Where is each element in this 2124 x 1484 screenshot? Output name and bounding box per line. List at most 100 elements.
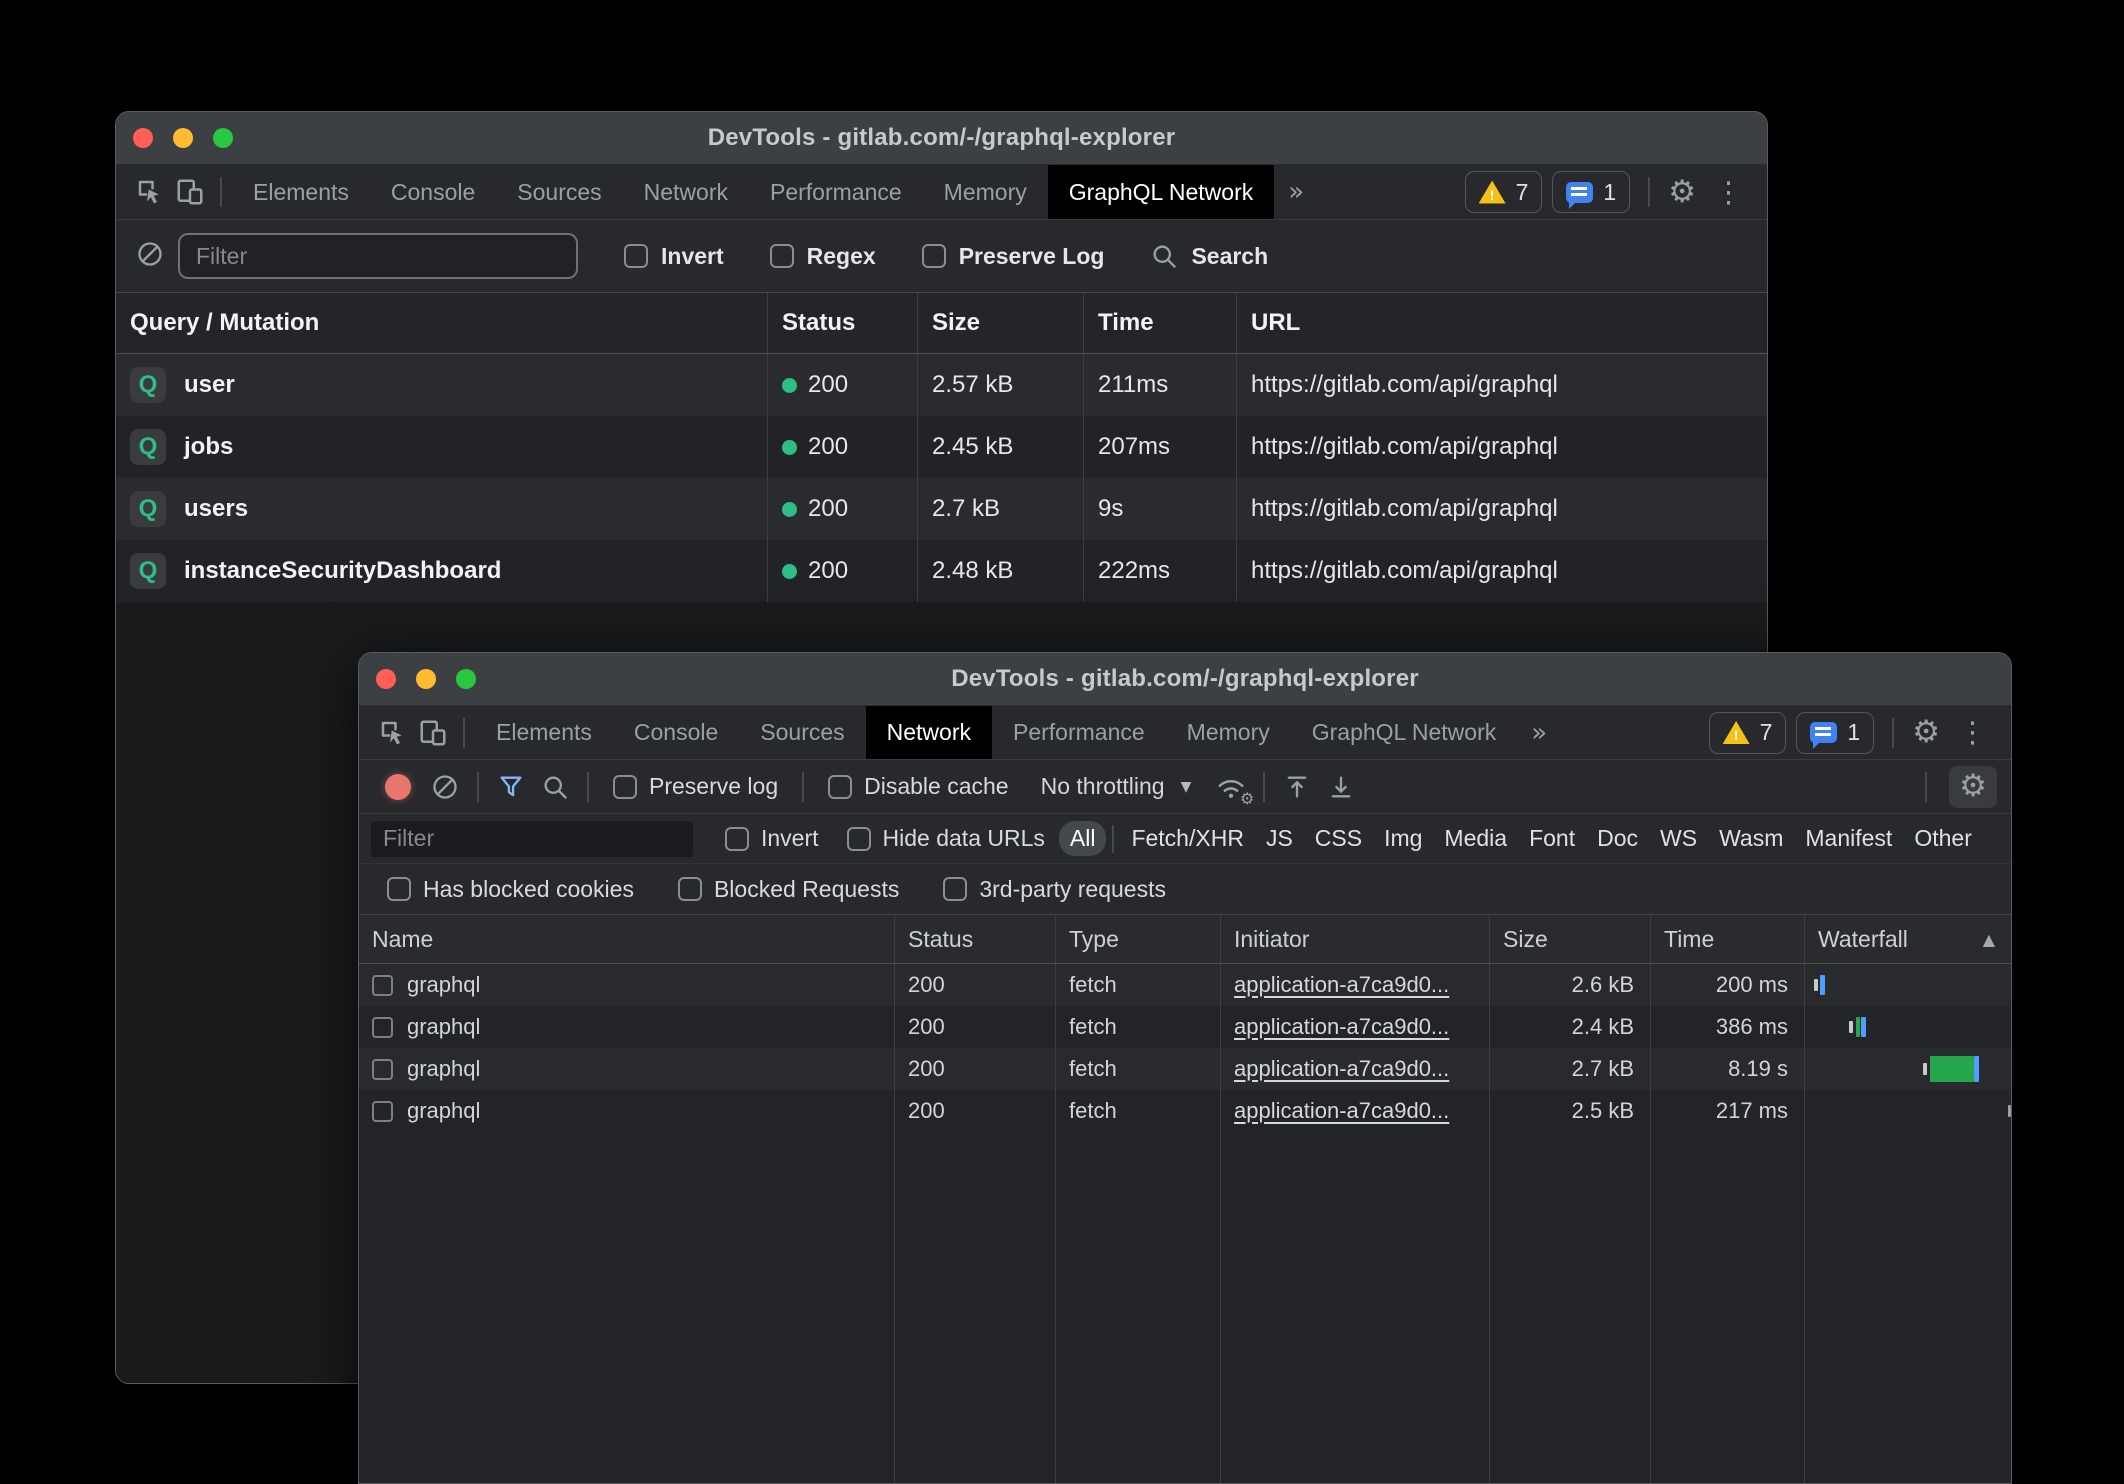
type-filter-wasm[interactable]: Wasm	[1708, 821, 1794, 856]
clear-icon[interactable]	[136, 240, 164, 273]
messages-badge[interactable]: 1	[1796, 712, 1874, 754]
preserve-log-checkbox-group[interactable]: Preserve Log	[922, 243, 1105, 270]
record-network-log-button[interactable]	[385, 774, 411, 800]
column-waterfall[interactable]: Waterfall ▲	[1804, 915, 2011, 963]
blocked-requests-checkbox[interactable]	[678, 877, 702, 901]
row-checkbox[interactable]	[372, 975, 393, 996]
third-party-requests-checkbox-group[interactable]: 3rd-party requests	[943, 876, 1166, 903]
type-filter-media[interactable]: Media	[1433, 821, 1518, 856]
more-tabs-icon[interactable]: »	[1531, 718, 1547, 748]
tab-memory[interactable]: Memory	[923, 165, 1048, 219]
titlebar[interactable]: DevTools - gitlab.com/-/graphql-explorer	[116, 112, 1767, 165]
type-filter-font[interactable]: Font	[1518, 821, 1586, 856]
has-blocked-cookies-checkbox[interactable]	[387, 877, 411, 901]
column-name[interactable]: Name	[359, 915, 894, 963]
filter-input[interactable]	[178, 233, 578, 279]
regex-checkbox[interactable]	[770, 244, 794, 268]
network-settings-button[interactable]: ⚙	[1949, 766, 1997, 808]
inspect-element-icon[interactable]	[373, 713, 413, 753]
preserve-log-checkbox[interactable]	[922, 244, 946, 268]
request-row[interactable]: graphql 200 fetch application-a7ca9d0...…	[359, 1006, 2011, 1048]
table-row[interactable]: Q instanceSecurityDashboard 200 2.48 kB …	[116, 540, 1767, 602]
more-options-icon[interactable]: ⋮	[1958, 718, 1987, 747]
type-filter-doc[interactable]: Doc	[1586, 821, 1649, 856]
table-row[interactable]: Q users 200 2.7 kB 9s https://gitlab.com…	[116, 478, 1767, 540]
type-filter-css[interactable]: CSS	[1304, 821, 1373, 856]
settings-gear-icon[interactable]: ⚙	[1912, 717, 1940, 748]
row-checkbox[interactable]	[372, 1101, 393, 1122]
type-filter-other[interactable]: Other	[1903, 821, 1983, 856]
titlebar[interactable]: DevTools - gitlab.com/-/graphql-explorer	[359, 653, 2011, 706]
third-party-requests-checkbox[interactable]	[943, 877, 967, 901]
messages-badge[interactable]: 1	[1552, 171, 1630, 213]
tab-network[interactable]: Network	[866, 706, 992, 759]
import-har-icon[interactable]	[1275, 767, 1319, 807]
disable-cache-checkbox[interactable]	[828, 775, 852, 799]
request-row[interactable]: graphql 200 fetch application-a7ca9d0...…	[359, 1048, 2011, 1090]
network-conditions-icon[interactable]: ⚙	[1209, 767, 1253, 807]
warnings-badge[interactable]: ! 7	[1465, 171, 1543, 213]
disable-cache-checkbox-group[interactable]: Disable cache	[828, 773, 1008, 800]
filter-input[interactable]	[371, 821, 693, 857]
column-query-mutation[interactable]: Query / Mutation	[116, 293, 767, 353]
column-status[interactable]: Status	[767, 293, 917, 353]
table-row[interactable]: Q user 200 2.57 kB 211ms https://gitlab.…	[116, 354, 1767, 416]
initiator-link[interactable]: application-a7ca9d0...	[1234, 1098, 1449, 1124]
device-toolbar-icon[interactable]	[413, 713, 453, 753]
tab-console[interactable]: Console	[370, 165, 496, 219]
tab-graphql-network[interactable]: GraphQL Network	[1048, 165, 1275, 219]
hide-data-urls-checkbox-group[interactable]: Hide data URLs	[847, 825, 1045, 852]
type-filter-manifest[interactable]: Manifest	[1794, 821, 1903, 856]
tab-memory[interactable]: Memory	[1166, 706, 1291, 759]
tab-graphql-network[interactable]: GraphQL Network	[1291, 706, 1518, 759]
type-filter-fetch-xhr[interactable]: Fetch/XHR	[1120, 821, 1254, 856]
hide-data-urls-checkbox[interactable]	[847, 827, 871, 851]
type-filter-img[interactable]: Img	[1373, 821, 1433, 856]
invert-checkbox[interactable]	[624, 244, 648, 268]
initiator-link[interactable]: application-a7ca9d0...	[1234, 1014, 1449, 1040]
warnings-badge[interactable]: ! 7	[1709, 712, 1787, 754]
column-status[interactable]: Status	[894, 915, 1055, 963]
initiator-link[interactable]: application-a7ca9d0...	[1234, 972, 1449, 998]
tab-network[interactable]: Network	[623, 165, 749, 219]
regex-checkbox-group[interactable]: Regex	[770, 243, 876, 270]
tab-performance[interactable]: Performance	[992, 706, 1166, 759]
initiator-link[interactable]: application-a7ca9d0...	[1234, 1056, 1449, 1082]
tab-sources[interactable]: Sources	[496, 165, 622, 219]
more-options-icon[interactable]: ⋮	[1714, 178, 1743, 207]
row-checkbox[interactable]	[372, 1059, 393, 1080]
column-time[interactable]: Time	[1650, 915, 1804, 963]
search-icon[interactable]	[533, 767, 577, 807]
preserve-log-checkbox-group[interactable]: Preserve log	[613, 773, 778, 800]
request-row[interactable]: graphql 200 fetch application-a7ca9d0...…	[359, 1090, 2011, 1132]
request-row[interactable]: graphql 200 fetch application-a7ca9d0...…	[359, 964, 2011, 1006]
invert-checkbox-group[interactable]: Invert	[624, 243, 724, 270]
export-har-icon[interactable]	[1319, 767, 1363, 807]
tab-sources[interactable]: Sources	[739, 706, 865, 759]
type-filter-ws[interactable]: WS	[1649, 821, 1708, 856]
filter-funnel-icon[interactable]	[489, 767, 533, 807]
row-checkbox[interactable]	[372, 1017, 393, 1038]
has-blocked-cookies-checkbox-group[interactable]: Has blocked cookies	[387, 876, 634, 903]
tab-performance[interactable]: Performance	[749, 165, 923, 219]
inspect-element-icon[interactable]	[130, 172, 170, 212]
tab-console[interactable]: Console	[613, 706, 739, 759]
type-filter-all[interactable]: All	[1059, 821, 1107, 856]
type-filter-js[interactable]: JS	[1255, 821, 1304, 856]
tab-elements[interactable]: Elements	[232, 165, 370, 219]
column-initiator[interactable]: Initiator	[1220, 915, 1489, 963]
clear-icon[interactable]	[423, 767, 467, 807]
invert-checkbox[interactable]	[725, 827, 749, 851]
preserve-log-checkbox[interactable]	[613, 775, 637, 799]
column-url[interactable]: URL	[1236, 293, 1767, 353]
settings-gear-icon[interactable]: ⚙	[1668, 177, 1696, 208]
table-row[interactable]: Q jobs 200 2.45 kB 207ms https://gitlab.…	[116, 416, 1767, 478]
blocked-requests-checkbox-group[interactable]: Blocked Requests	[678, 876, 899, 903]
column-size[interactable]: Size	[1489, 915, 1650, 963]
throttling-dropdown[interactable]: No throttling ▼	[1041, 773, 1192, 800]
tab-elements[interactable]: Elements	[475, 706, 613, 759]
search-button[interactable]: Search	[1150, 242, 1268, 270]
column-type[interactable]: Type	[1055, 915, 1220, 963]
invert-checkbox-group[interactable]: Invert	[725, 825, 819, 852]
device-toolbar-icon[interactable]	[170, 172, 210, 212]
